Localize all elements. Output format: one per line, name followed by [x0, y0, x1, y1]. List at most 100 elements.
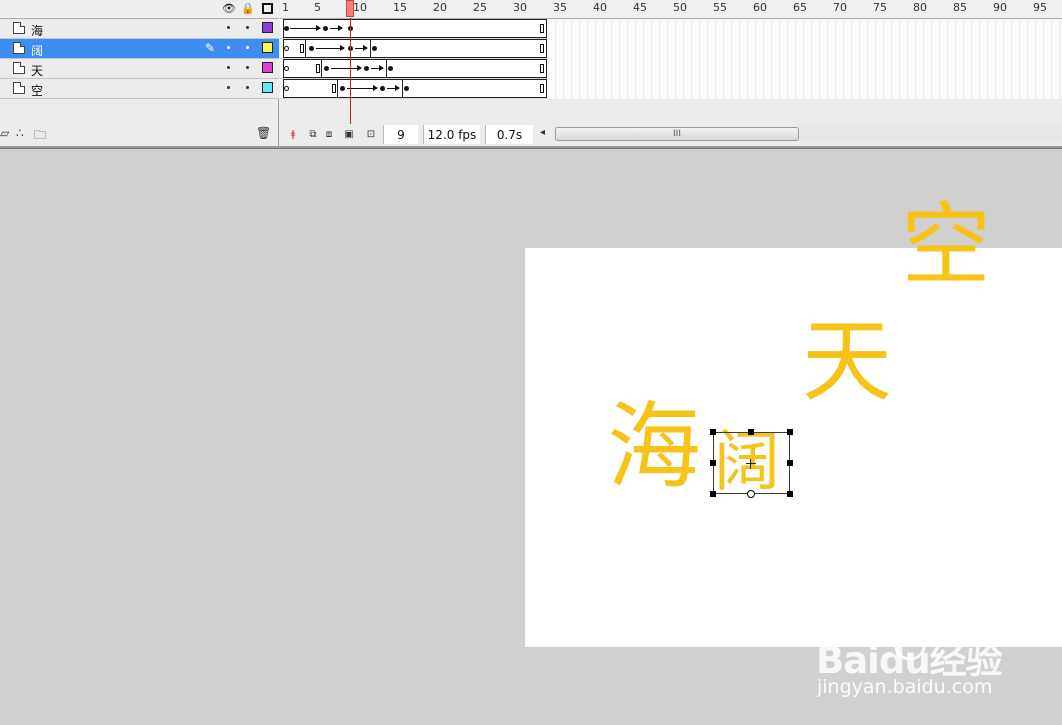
- layer-row-hai[interactable]: 海: [0, 19, 279, 39]
- keyframe[interactable]: [309, 46, 314, 51]
- visibility-dot[interactable]: [227, 86, 230, 89]
- resize-handle-e[interactable]: [787, 460, 793, 466]
- lock-dot[interactable]: [246, 26, 249, 29]
- onion-skin-icon[interactable]: ⧉: [306, 127, 320, 141]
- lock-dot[interactable]: [246, 66, 249, 69]
- text-tian[interactable]: 天: [802, 317, 892, 407]
- keyframe[interactable]: [404, 86, 409, 91]
- layer-list-header: 👁 🔒: [0, 0, 279, 19]
- end-frame-marker[interactable]: [540, 64, 544, 73]
- ruler-label: 20: [433, 1, 447, 14]
- end-frame-marker[interactable]: [540, 84, 544, 93]
- keyframe[interactable]: [380, 86, 385, 91]
- layer-color-swatch[interactable]: [262, 22, 273, 33]
- lock-dot[interactable]: [246, 46, 249, 49]
- elapsed-time-field: 0.7s: [485, 125, 533, 144]
- layer-icon: [13, 82, 25, 94]
- layer-name: 空: [31, 84, 44, 98]
- eye-icon[interactable]: 👁: [222, 1, 236, 15]
- resize-handle-n[interactable]: [748, 429, 754, 435]
- empty-frames[interactable]: [548, 19, 1062, 99]
- resize-handle-nw[interactable]: [710, 429, 716, 435]
- transform-point-handle[interactable]: [747, 490, 755, 498]
- layer-list: 👁 🔒 海 阔 ✎ 天 空 ▱ ∴ 🗀 🗑: [0, 0, 279, 148]
- layer-row-tian[interactable]: 天: [0, 59, 279, 79]
- stage-canvas[interactable]: [525, 248, 1062, 647]
- ruler-label: 60: [753, 1, 767, 14]
- add-motion-guide-icon[interactable]: ∴: [16, 126, 24, 140]
- ruler-label: 80: [913, 1, 927, 14]
- frame-marker[interactable]: [300, 44, 304, 53]
- layer-row-kuo[interactable]: 阔 ✎: [0, 39, 279, 59]
- outline-icon[interactable]: [260, 1, 274, 15]
- ruler-label: 50: [673, 1, 687, 14]
- panel-divider[interactable]: [0, 146, 1062, 149]
- ruler-label: 5: [314, 1, 321, 14]
- delete-layer-icon[interactable]: 🗑: [256, 126, 271, 140]
- ruler-label: 45: [633, 1, 647, 14]
- blank-keyframe[interactable]: [284, 86, 289, 91]
- keyframe[interactable]: [340, 86, 345, 91]
- ruler-label: 15: [393, 1, 407, 14]
- resize-handle-w[interactable]: [710, 460, 716, 466]
- blank-keyframe[interactable]: [284, 66, 289, 71]
- motion-tween-arrow: [290, 25, 321, 31]
- timeline-panel: 👁 🔒 海 阔 ✎ 天 空 ▱ ∴ 🗀 🗑 1 5 10 15 20 25 30…: [0, 0, 1062, 148]
- layer-color-swatch[interactable]: [262, 82, 273, 93]
- scrollbar-thumb[interactable]: III: [555, 127, 799, 141]
- scroll-left-arrow-icon[interactable]: ◂: [540, 127, 545, 138]
- edit-multiple-frames-icon[interactable]: ▣: [342, 127, 356, 141]
- resize-handle-se[interactable]: [787, 491, 793, 497]
- keyframe[interactable]: [324, 66, 329, 71]
- frame-span[interactable]: [283, 59, 547, 78]
- ruler-label: 40: [593, 1, 607, 14]
- visibility-dot[interactable]: [227, 26, 230, 29]
- keyframe[interactable]: [284, 26, 289, 31]
- ruler-label: 25: [473, 1, 487, 14]
- ruler-label: 70: [833, 1, 847, 14]
- layer-color-swatch[interactable]: [262, 62, 273, 73]
- resize-handle-ne[interactable]: [787, 429, 793, 435]
- text-hai[interactable]: 海: [607, 401, 701, 495]
- blank-keyframe[interactable]: [284, 46, 289, 51]
- lock-icon[interactable]: 🔒: [241, 1, 255, 15]
- resize-handle-sw[interactable]: [710, 491, 716, 497]
- text-kong[interactable]: 空: [901, 201, 991, 291]
- end-frame-marker[interactable]: [540, 44, 544, 53]
- keyframe[interactable]: [323, 26, 328, 31]
- frame-divider: [386, 59, 387, 78]
- current-frame-field: 9: [383, 125, 418, 144]
- onion-skin-outlines-icon[interactable]: ⧈: [322, 127, 336, 141]
- ruler-label: 65: [793, 1, 807, 14]
- frame-divider: [321, 59, 322, 78]
- frame-marker[interactable]: [316, 64, 320, 73]
- layer-row-kong[interactable]: 空: [0, 79, 279, 99]
- keyframe[interactable]: [364, 66, 369, 71]
- layer-icon: [13, 42, 25, 54]
- frame-rate-field[interactable]: 12.0 fps: [423, 125, 480, 144]
- end-frame-marker[interactable]: [540, 24, 544, 33]
- watermark-url: jingyan.baidu.com: [817, 676, 993, 698]
- frame-marker[interactable]: [332, 84, 336, 93]
- visibility-dot[interactable]: [227, 66, 230, 69]
- ruler-label: 10: [353, 1, 367, 14]
- ruler-label: 1: [282, 1, 289, 14]
- frame-span[interactable]: [283, 79, 547, 98]
- layer-name: 阔: [31, 44, 44, 58]
- playhead-line: [350, 18, 351, 124]
- visibility-dot[interactable]: [227, 46, 230, 49]
- modify-onion-markers-icon[interactable]: ⊡: [364, 127, 378, 141]
- insert-layer-icon[interactable]: ▱: [0, 126, 9, 140]
- layer-tools: ▱ ∴ 🗀 🗑: [0, 125, 279, 146]
- keyframe[interactable]: [388, 66, 393, 71]
- keyframe[interactable]: [372, 46, 377, 51]
- playhead[interactable]: [346, 0, 354, 17]
- baidu-watermark: Baidu经验 jingyan.baidu.com: [812, 606, 1012, 706]
- lock-dot[interactable]: [246, 86, 249, 89]
- pencil-icon: ✎: [205, 41, 216, 55]
- layer-color-swatch[interactable]: [262, 42, 273, 53]
- insert-folder-icon[interactable]: 🗀: [34, 126, 46, 147]
- frame-ruler[interactable]: 1 5 10 15 20 25 30 35 40 45 50 55 60 65 …: [280, 0, 1062, 19]
- motion-tween-arrow: [355, 45, 368, 51]
- center-frame-icon[interactable]: ǂ: [286, 127, 300, 141]
